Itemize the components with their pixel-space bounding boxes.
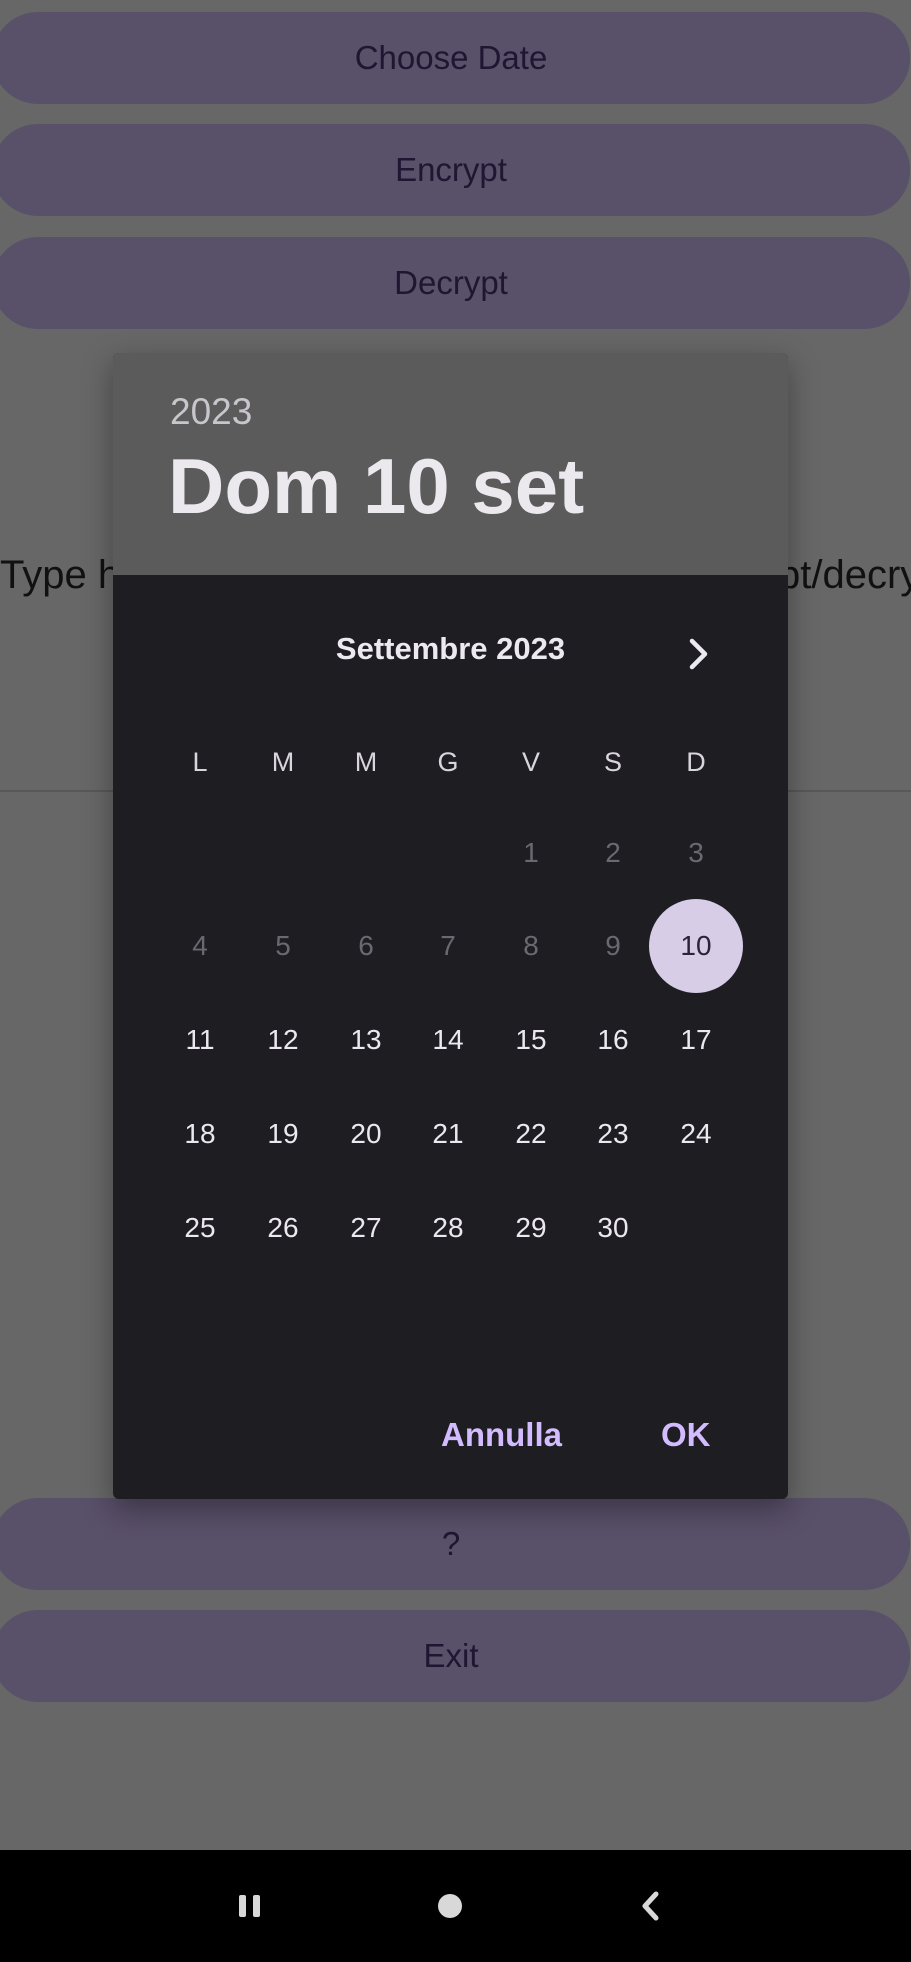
ok-button[interactable]: OK xyxy=(661,1416,711,1454)
chevron-right-icon xyxy=(684,637,712,676)
day-cell[interactable]: 24 xyxy=(651,1089,741,1179)
day-cell[interactable]: 16 xyxy=(568,995,658,1085)
day-cell[interactable]: 19 xyxy=(238,1089,328,1179)
day-cell[interactable]: 1 xyxy=(486,808,576,898)
day-cell[interactable]: 14 xyxy=(403,995,493,1085)
header-selected-date[interactable]: Dom 10 set xyxy=(168,441,584,532)
next-month-button[interactable] xyxy=(663,628,733,684)
day-cell[interactable]: 15 xyxy=(486,995,576,1085)
day-cell[interactable]: 6 xyxy=(321,901,411,991)
header-year[interactable]: 2023 xyxy=(170,391,252,433)
day-cell[interactable]: 8 xyxy=(486,901,576,991)
weekday-mon: L xyxy=(192,746,208,777)
weekday-wed: M xyxy=(354,746,378,777)
day-cell[interactable]: 9 xyxy=(568,901,658,991)
day-cell[interactable]: 20 xyxy=(321,1089,411,1179)
encrypt-button[interactable]: Encrypt xyxy=(0,124,910,216)
weekday-sun: D xyxy=(686,746,706,777)
day-cell[interactable]: 2 xyxy=(568,808,658,898)
weekday-thu: G xyxy=(437,746,459,777)
day-cell[interactable]: 26 xyxy=(238,1183,328,1273)
day-cell[interactable]: 11 xyxy=(155,995,245,1085)
day-cell[interactable]: 5 xyxy=(238,901,328,991)
day-cell[interactable]: 23 xyxy=(568,1089,658,1179)
day-cell[interactable]: 30 xyxy=(568,1183,658,1273)
day-cell[interactable]: 25 xyxy=(155,1183,245,1273)
day-cell[interactable]: 7 xyxy=(403,901,493,991)
system-nav-bar xyxy=(0,1850,911,1962)
weekday-sat: S xyxy=(603,746,622,777)
instruction-text-right: pt/decry xyxy=(778,553,911,597)
day-cell[interactable]: 13 xyxy=(321,995,411,1085)
day-cell[interactable]: 3 xyxy=(651,808,741,898)
exit-button[interactable]: Exit xyxy=(0,1610,910,1702)
help-button[interactable]: ? xyxy=(0,1498,910,1590)
home-icon[interactable] xyxy=(430,1886,470,1926)
day-cell-selected[interactable]: 10 xyxy=(649,899,743,993)
weekday-fri: V xyxy=(521,746,540,777)
day-cell[interactable]: 28 xyxy=(403,1183,493,1273)
choose-date-button[interactable]: Choose Date xyxy=(0,12,910,104)
decrypt-button[interactable]: Decrypt xyxy=(0,237,910,329)
day-cell[interactable]: 4 xyxy=(155,901,245,991)
day-cell[interactable]: 12 xyxy=(238,995,328,1085)
cancel-button[interactable]: Annulla xyxy=(441,1416,562,1454)
instruction-text-left: Type h xyxy=(0,553,121,597)
day-cell[interactable]: 27 xyxy=(321,1183,411,1273)
weekday-tue: M xyxy=(271,746,295,777)
day-cell[interactable]: 17 xyxy=(651,995,741,1085)
day-cell[interactable]: 22 xyxy=(486,1089,576,1179)
day-cell[interactable]: 29 xyxy=(486,1183,576,1273)
day-cell[interactable]: 18 xyxy=(155,1089,245,1179)
day-cell[interactable]: 21 xyxy=(403,1089,493,1179)
recents-icon[interactable] xyxy=(230,1886,270,1926)
back-icon[interactable] xyxy=(630,1886,670,1926)
date-picker-header: 2023 Dom 10 set xyxy=(113,353,788,575)
